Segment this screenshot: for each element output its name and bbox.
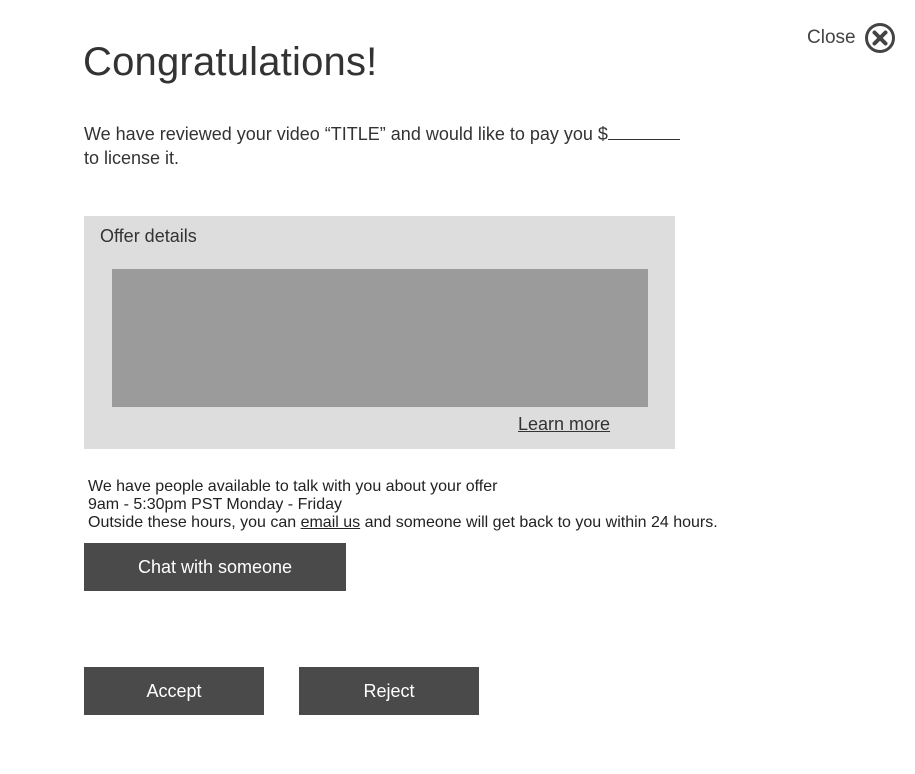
- offer-details-content-placeholder: [112, 269, 648, 407]
- intro-text-after: to license it.: [84, 148, 180, 168]
- offer-details-panel: Offer details Learn more: [84, 216, 675, 449]
- chat-with-someone-button[interactable]: Chat with someone: [84, 543, 346, 591]
- contact-email-text-after: and someone will get back to you within …: [360, 514, 718, 531]
- email-us-link[interactable]: email us: [301, 514, 361, 531]
- contact-email-text-before: Outside these hours, you can: [88, 514, 301, 531]
- contact-line-hours: 9am - 5:30pm PST Monday - Friday: [88, 496, 343, 513]
- close-label: Close: [807, 27, 856, 48]
- close-button[interactable]: Close: [807, 22, 896, 54]
- accept-button[interactable]: Accept: [84, 667, 264, 715]
- offer-details-title: Offer details: [100, 226, 197, 246]
- page-title: Congratulations!: [83, 40, 378, 84]
- intro-text-before: We have reviewed your video “TITLE” and …: [84, 124, 608, 144]
- offer-intro-text: We have reviewed your video “TITLE” and …: [84, 122, 684, 170]
- close-circle-icon[interactable]: [864, 22, 896, 54]
- amount-blank: [607, 125, 680, 140]
- contact-info: We have people available to talk with yo…: [88, 478, 718, 532]
- contact-line-email: Outside these hours, you can email us an…: [88, 514, 718, 532]
- reject-button[interactable]: Reject: [299, 667, 479, 715]
- learn-more-link[interactable]: Learn more: [518, 414, 610, 435]
- contact-line-availability: We have people available to talk with yo…: [88, 478, 498, 495]
